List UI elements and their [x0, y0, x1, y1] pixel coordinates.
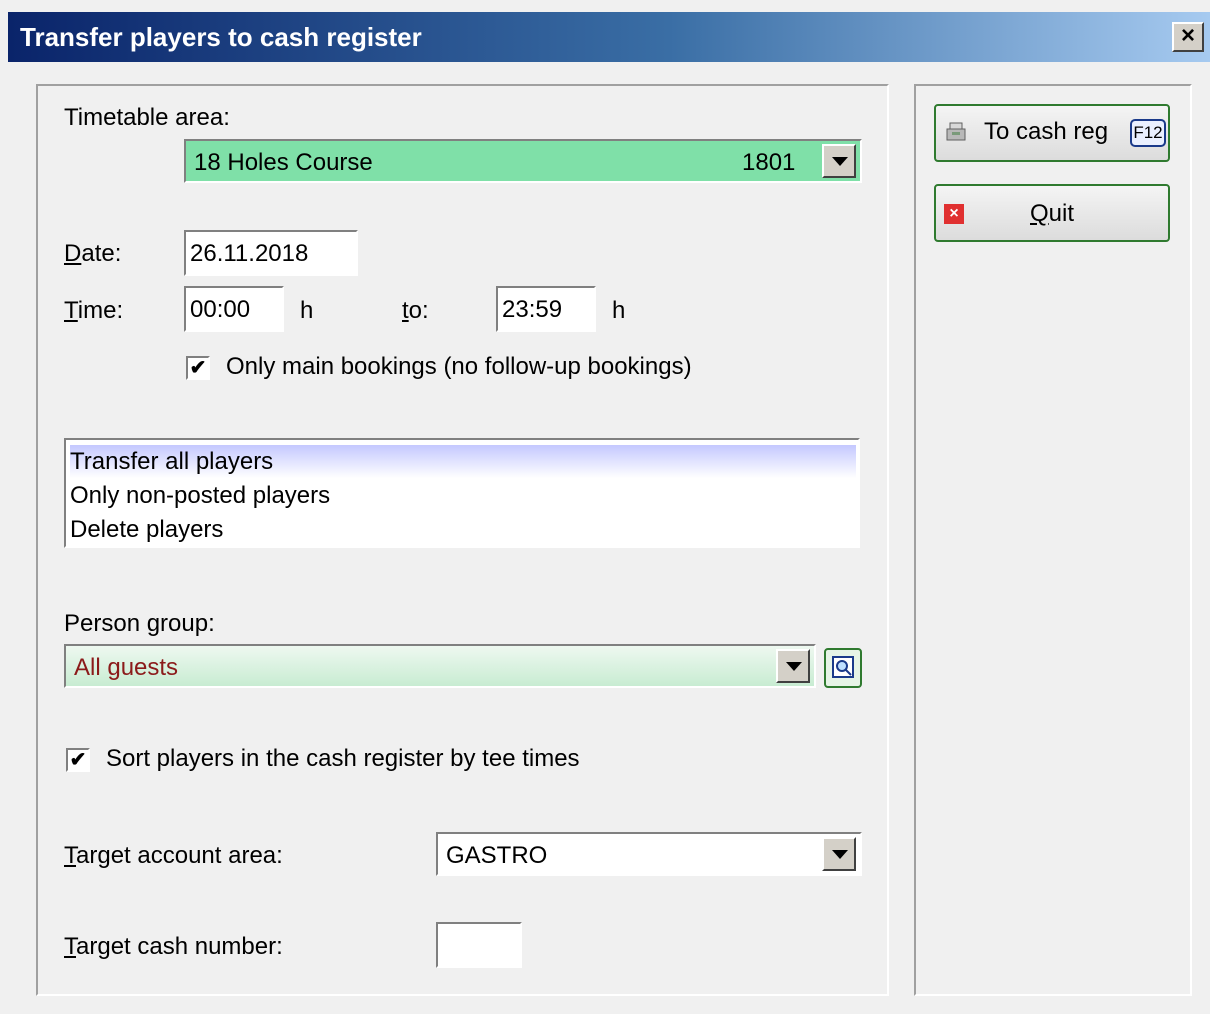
sort-by-tee-times-checkbox[interactable]: ✔ [66, 748, 90, 772]
timetable-area-value: 18 Holes Course [194, 149, 373, 176]
close-button[interactable]: × [1172, 22, 1204, 52]
time-to-label: to: [402, 297, 429, 324]
target-cash-number-input[interactable] [436, 922, 522, 968]
search-icon [832, 656, 854, 678]
quit-button[interactable]: × Quit [934, 184, 1170, 242]
list-item[interactable]: Only non-posted players [70, 479, 856, 512]
target-account-area-label: Target account area: [64, 842, 283, 869]
transfer-options-list[interactable]: Transfer all players Only non-posted pla… [64, 438, 860, 548]
sort-by-tee-times-label: Sort players in the cash register by tee… [106, 745, 580, 772]
timetable-area-label: Timetable area: [64, 104, 230, 131]
window-title: Transfer players to cash register [20, 22, 422, 52]
time-to-input[interactable]: 23:59 [496, 286, 596, 332]
timetable-area-select[interactable]: 18 Holes Course 1801 [184, 139, 862, 183]
time-label: Time: [64, 297, 124, 324]
cash-register-icon [946, 122, 966, 141]
list-item[interactable]: Delete players [70, 513, 856, 546]
time-from-unit: h [300, 297, 314, 324]
time-from-value: 00:00 [190, 296, 251, 323]
title-bar[interactable]: Transfer players to cash register [8, 12, 1210, 62]
person-group-search-button[interactable] [824, 648, 862, 688]
dialog-window: Transfer players to cash register × Time… [0, 0, 1210, 1014]
only-main-bookings-label: Only main bookings (no follow-up booking… [226, 353, 692, 380]
f12-shortcut-badge: F12 [1130, 119, 1166, 147]
close-icon: × [1180, 22, 1195, 49]
time-to-unit: h [612, 297, 626, 324]
target-cash-number-label: Target cash number: [64, 933, 283, 960]
person-group-select[interactable]: All guests [64, 644, 816, 688]
timetable-area-code: 1801 [742, 149, 796, 176]
target-account-area-value: GASTRO [446, 842, 548, 869]
list-item[interactable]: Transfer all players [70, 445, 856, 478]
only-main-bookings-checkbox[interactable]: ✔ [186, 356, 210, 380]
date-value: 26.11.2018 [190, 240, 309, 267]
to-cash-register-button[interactable]: To cash reg F12 [934, 104, 1170, 162]
date-label: Date: [64, 240, 122, 267]
target-account-area-select[interactable]: GASTRO [436, 832, 862, 876]
time-from-input[interactable]: 00:00 [184, 286, 284, 332]
person-group-label: Person group: [64, 610, 215, 637]
chevron-down-icon[interactable] [822, 144, 856, 178]
chevron-down-icon[interactable] [822, 837, 856, 871]
to-cash-register-label: To cash reg [984, 118, 1109, 145]
person-group-value: All guests [74, 654, 179, 681]
time-to-value: 23:59 [502, 296, 563, 323]
close-icon: × [944, 204, 964, 224]
chevron-down-icon[interactable] [776, 649, 810, 683]
date-input[interactable]: 26.11.2018 [184, 230, 358, 276]
quit-label: Quit [1030, 200, 1075, 227]
